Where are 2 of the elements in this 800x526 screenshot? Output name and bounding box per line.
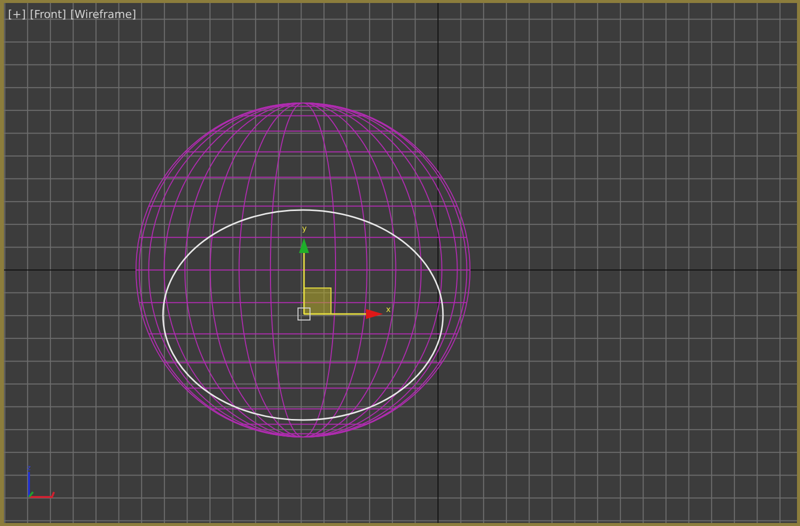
axis-label: y: [302, 224, 307, 233]
axis-label: x: [386, 305, 391, 314]
